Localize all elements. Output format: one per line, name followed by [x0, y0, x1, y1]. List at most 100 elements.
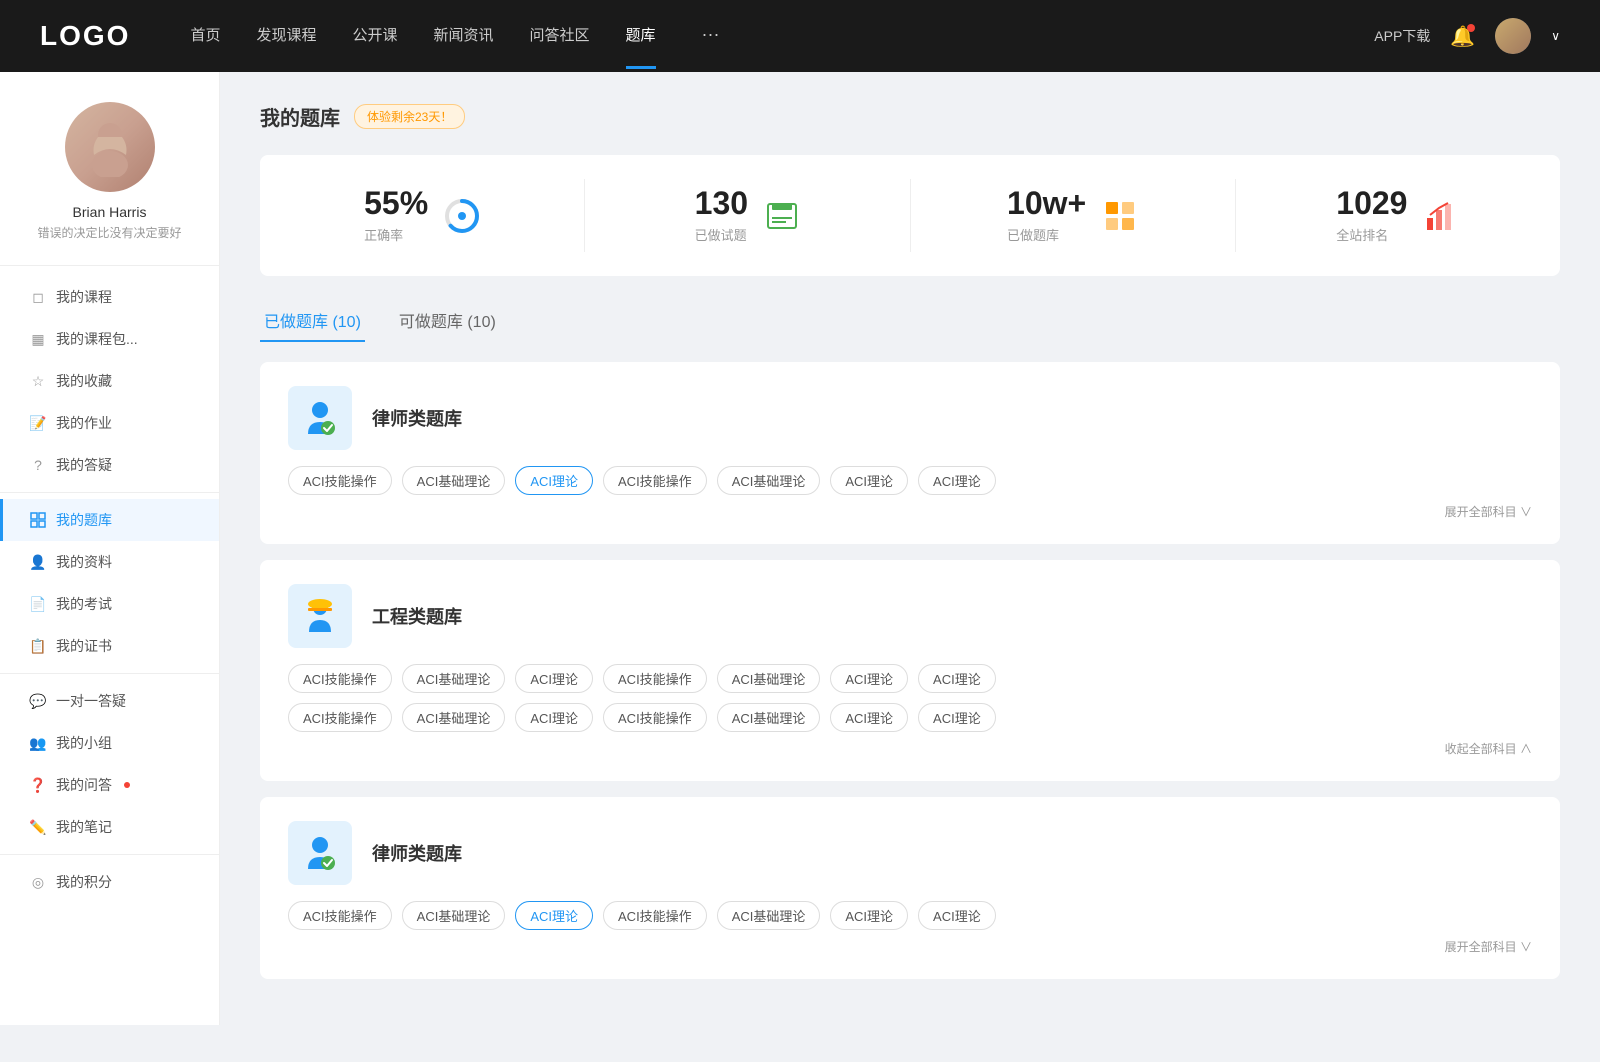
app-download-button[interactable]: APP下载 — [1374, 26, 1430, 46]
notification-dot — [1467, 24, 1475, 32]
stat-accuracy: 55% 正确率 — [260, 179, 585, 252]
sidebar-item-bank[interactable]: 我的题库 — [0, 499, 219, 541]
tag-1-0[interactable]: ACI技能操作 — [288, 664, 392, 693]
bank-card-1-collapse[interactable]: 收起全部科目 ∧ — [288, 740, 1532, 757]
sidebar-item-exams[interactable]: 📄 我的考试 — [0, 583, 219, 625]
bank-card-0-expand[interactable]: 展开全部科目 ∨ — [288, 503, 1532, 520]
tag-0-5[interactable]: ACI理论 — [830, 466, 908, 495]
stat-done-banks-label: 已做题库 — [1007, 225, 1086, 244]
sidebar-item-questions[interactable]: ❓ 我的问答 — [0, 764, 219, 806]
tag-1-r2-3[interactable]: ACI技能操作 — [603, 703, 707, 732]
tabs-row: 已做题库 (10) 可做题库 (10) — [260, 300, 1560, 342]
tag-2-1[interactable]: ACI基础理论 — [402, 901, 506, 930]
nav-discover[interactable]: 发现课程 — [256, 24, 316, 49]
bank-card-2-title: 律师类题库 — [372, 840, 462, 866]
courses-icon: ◻ — [30, 289, 46, 305]
course-packages-icon: ▦ — [30, 331, 46, 347]
sidebar-divider-2 — [0, 673, 219, 674]
stat-done-banks: 10w+ 已做题库 — [911, 179, 1236, 252]
profile-name: Brian Harris — [73, 204, 147, 220]
groups-icon: 👥 — [30, 735, 46, 751]
tag-1-2[interactable]: ACI理论 — [515, 664, 593, 693]
nav-opencourse[interactable]: 公开课 — [352, 24, 397, 49]
nav-right: APP下载 🔔 ∨ — [1374, 18, 1560, 54]
nav-news[interactable]: 新闻资讯 — [434, 24, 494, 49]
sidebar: Brian Harris 错误的决定比没有决定要好 ◻ 我的课程 ▦ 我的课程包… — [0, 72, 220, 1025]
tag-0-1[interactable]: ACI基础理论 — [402, 466, 506, 495]
sidebar-item-notes[interactable]: ✏️ 我的笔记 — [0, 806, 219, 848]
bank-card-2-tags: ACI技能操作 ACI基础理论 ACI理论 ACI技能操作 ACI基础理论 AC… — [288, 901, 1532, 930]
tag-0-3[interactable]: ACI技能操作 — [603, 466, 707, 495]
sidebar-item-course-packages[interactable]: ▦ 我的课程包... — [0, 318, 219, 360]
tag-0-6[interactable]: ACI理论 — [918, 466, 996, 495]
tag-0-0[interactable]: ACI技能操作 — [288, 466, 392, 495]
tag-0-2[interactable]: ACI理论 — [515, 466, 593, 495]
stat-done-questions-value: 130 — [695, 187, 748, 219]
notes-icon: ✏️ — [30, 819, 46, 835]
logo[interactable]: LOGO — [40, 20, 130, 52]
tab-available-banks[interactable]: 可做题库 (10) — [395, 300, 500, 342]
answers-icon: ? — [30, 457, 46, 473]
sidebar-item-homework[interactable]: 📝 我的作业 — [0, 402, 219, 444]
stat-rank-label: 全站排名 — [1336, 225, 1407, 244]
sidebar-item-profile[interactable]: 👤 我的资料 — [0, 541, 219, 583]
questions-notification-dot — [124, 782, 130, 788]
stat-rank-value: 1029 — [1336, 187, 1407, 219]
nav-home[interactable]: 首页 — [190, 24, 220, 49]
bank-card-2: 律师类题库 ACI技能操作 ACI基础理论 ACI理论 ACI技能操作 ACI基… — [260, 797, 1560, 979]
tag-1-r2-1[interactable]: ACI基础理论 — [402, 703, 506, 732]
bank-card-1-tags-row1: ACI技能操作 ACI基础理论 ACI理论 ACI技能操作 ACI基础理论 AC… — [288, 664, 1532, 693]
stat-accuracy-icon — [444, 198, 480, 234]
sidebar-item-favorites[interactable]: ☆ 我的收藏 — [0, 360, 219, 402]
sidebar-item-points[interactable]: ◎ 我的积分 — [0, 861, 219, 903]
tag-2-0[interactable]: ACI技能操作 — [288, 901, 392, 930]
avatar-image — [1495, 18, 1531, 54]
tag-1-r2-2[interactable]: ACI理论 — [515, 703, 593, 732]
tag-1-6[interactable]: ACI理论 — [918, 664, 996, 693]
tag-2-2[interactable]: ACI理论 — [515, 901, 593, 930]
bank-card-2-expand[interactable]: 展开全部科目 ∨ — [288, 938, 1532, 955]
tag-1-5[interactable]: ACI理论 — [830, 664, 908, 693]
sidebar-item-one-on-one[interactable]: 💬 一对一答疑 — [0, 680, 219, 722]
tag-1-4[interactable]: ACI基础理论 — [717, 664, 821, 693]
navbar: LOGO 首页 发现课程 公开课 新闻资讯 问答社区 题库 ··· APP下载 … — [0, 0, 1600, 72]
bank-card-0-header: 律师类题库 — [288, 386, 1532, 450]
tag-1-3[interactable]: ACI技能操作 — [603, 664, 707, 693]
certificates-icon: 📋 — [30, 638, 46, 654]
nav-more[interactable]: ··· — [702, 24, 720, 49]
account-chevron-icon[interactable]: ∨ — [1551, 29, 1560, 43]
sidebar-item-answers[interactable]: ? 我的答疑 — [0, 444, 219, 486]
stat-done-banks-icon — [1102, 198, 1138, 234]
tag-1-r2-4[interactable]: ACI基础理论 — [717, 703, 821, 732]
stat-accuracy-value: 55% — [364, 187, 428, 219]
tab-done-banks[interactable]: 已做题库 (10) — [260, 300, 365, 342]
sidebar-item-courses[interactable]: ◻ 我的课程 — [0, 276, 219, 318]
tag-2-5[interactable]: ACI理论 — [830, 901, 908, 930]
stat-done-questions-label: 已做试题 — [695, 225, 748, 244]
tag-1-1[interactable]: ACI基础理论 — [402, 664, 506, 693]
sidebar-item-groups[interactable]: 👥 我的小组 — [0, 722, 219, 764]
sidebar-item-certificates[interactable]: 📋 我的证书 — [0, 625, 219, 667]
profile-motto: 错误的决定比没有决定要好 — [37, 224, 181, 241]
questions-icon: ❓ — [30, 777, 46, 793]
profile-icon: 👤 — [30, 554, 46, 570]
tag-2-4[interactable]: ACI基础理论 — [717, 901, 821, 930]
tag-0-4[interactable]: ACI基础理论 — [717, 466, 821, 495]
avatar[interactable] — [1495, 18, 1531, 54]
tag-2-3[interactable]: ACI技能操作 — [603, 901, 707, 930]
bank-card-1-header: 工程类题库 — [288, 584, 1532, 648]
bank-icon — [30, 512, 46, 528]
notification-bell[interactable]: 🔔 — [1450, 24, 1475, 49]
stat-done-questions-icon — [764, 198, 800, 234]
bank-card-0: 律师类题库 ACI技能操作 ACI基础理论 ACI理论 ACI技能操作 ACI基… — [260, 362, 1560, 544]
profile-section: Brian Harris 错误的决定比没有决定要好 — [0, 102, 219, 266]
bank-card-2-icon — [288, 821, 352, 885]
tag-1-r2-6[interactable]: ACI理论 — [918, 703, 996, 732]
tag-1-r2-0[interactable]: ACI技能操作 — [288, 703, 392, 732]
favorites-icon: ☆ — [30, 373, 46, 389]
tag-2-6[interactable]: ACI理论 — [918, 901, 996, 930]
tag-1-r2-5[interactable]: ACI理论 — [830, 703, 908, 732]
profile-avatar[interactable] — [65, 102, 155, 192]
nav-qa[interactable]: 问答社区 — [530, 24, 590, 49]
nav-bank[interactable]: 题库 — [626, 24, 656, 49]
